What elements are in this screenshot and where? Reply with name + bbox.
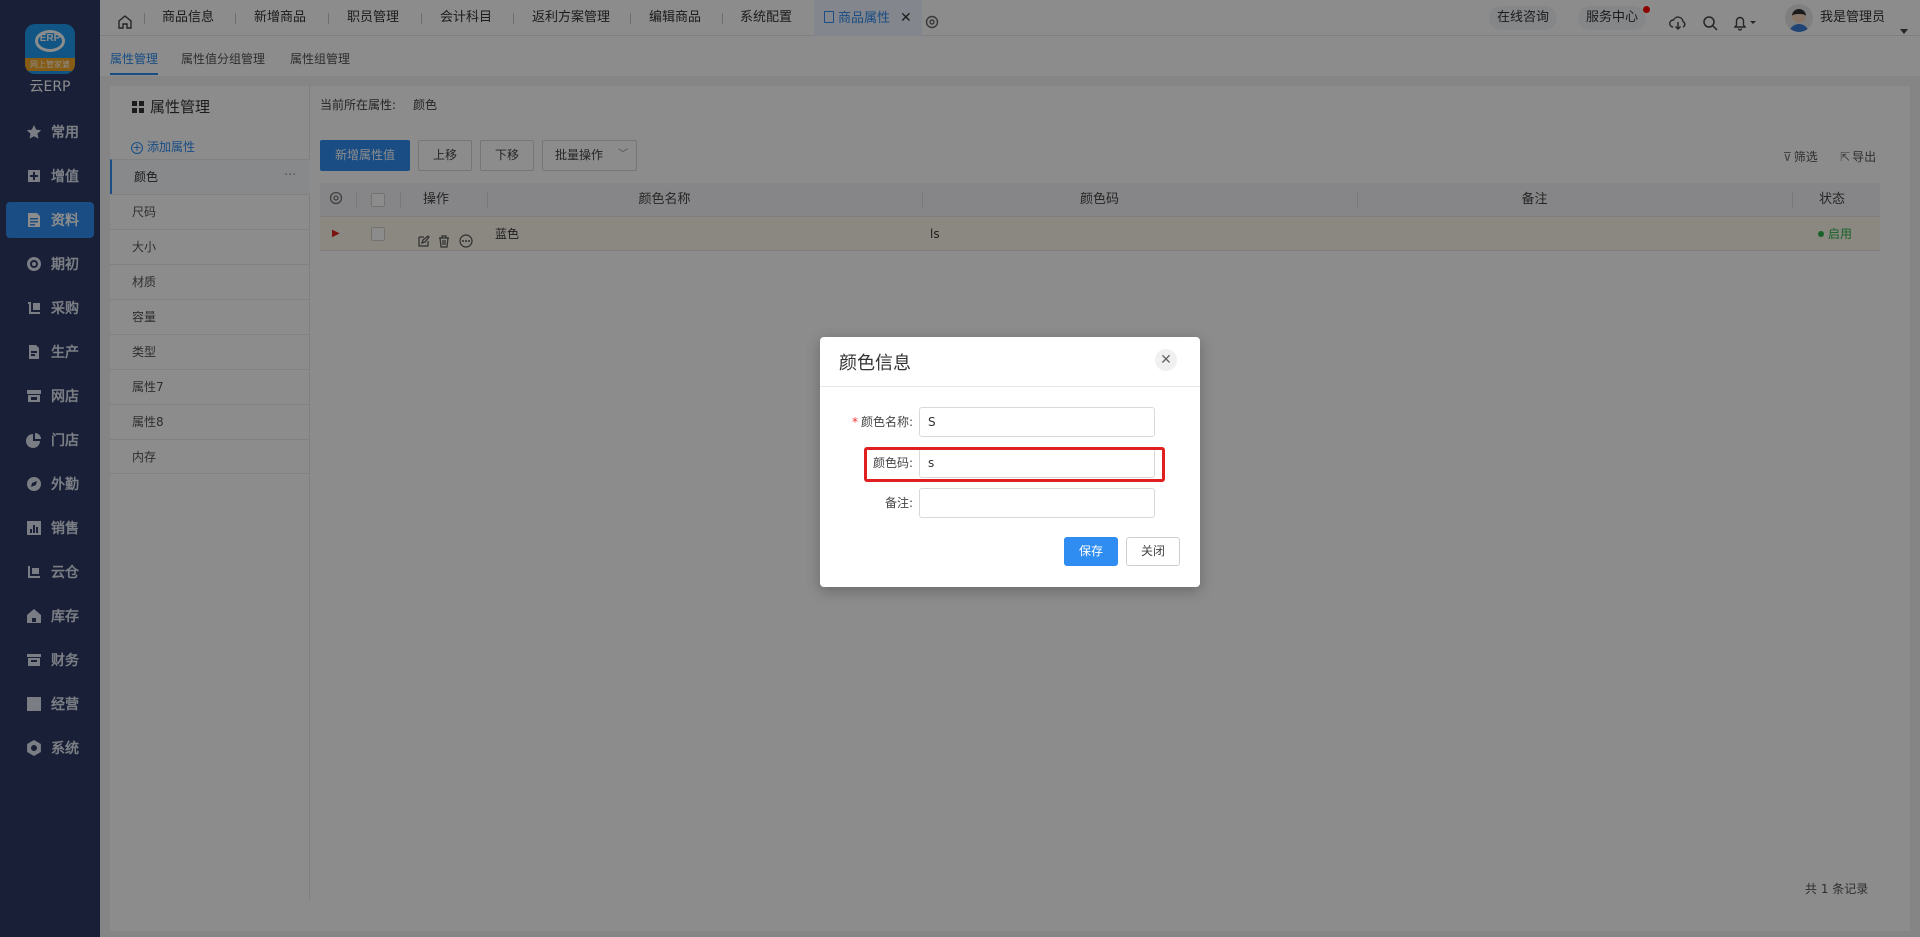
color-code-input[interactable]	[919, 448, 1155, 478]
save-button[interactable]: 保存	[1064, 537, 1118, 566]
color-code-label: 颜色码:	[872, 456, 913, 470]
dialog-divider	[820, 386, 1200, 387]
close-icon[interactable]: ✕	[1155, 349, 1177, 371]
color-info-dialog: 颜色信息 ✕ *颜色名称: 颜色码: 备注: 保存 关闭	[820, 337, 1200, 587]
required-asterisk: *	[851, 415, 858, 429]
color-name-label: * 颜色名称:	[813, 413, 913, 430]
close-button[interactable]: 关闭	[1126, 537, 1180, 566]
color-name-input[interactable]	[919, 407, 1155, 437]
dialog-title: 颜色信息	[839, 353, 911, 374]
note-input[interactable]	[919, 488, 1155, 518]
color-name-label-text: 颜色名称:	[860, 415, 913, 429]
note-label: 备注:	[884, 496, 913, 510]
